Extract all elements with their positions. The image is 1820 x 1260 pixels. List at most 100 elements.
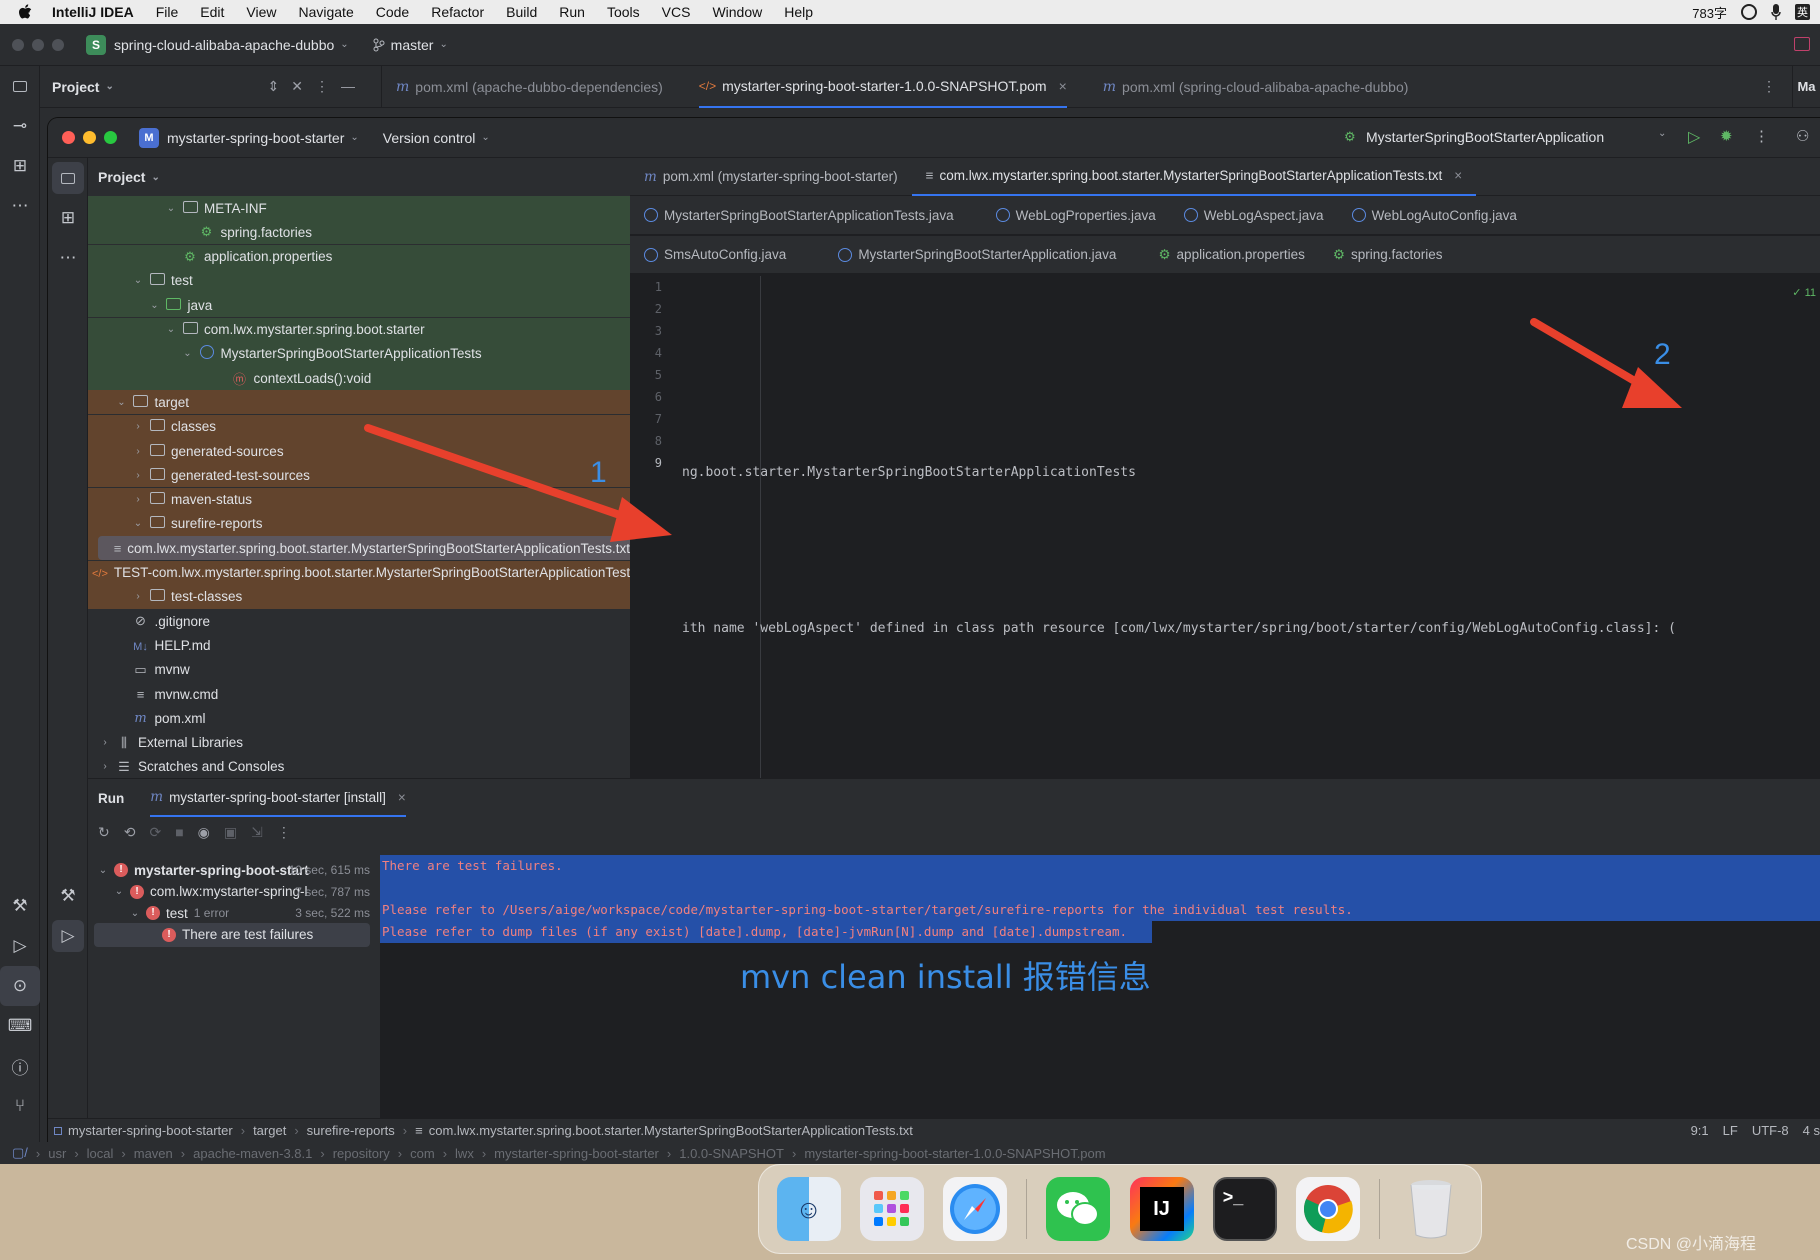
terminal-icon[interactable]: ⌨ xyxy=(0,1006,40,1046)
more-icon[interactable]: ⋯ xyxy=(48,238,88,278)
wechat-icon[interactable] xyxy=(1046,1177,1111,1241)
export-icon[interactable]: ⇲ xyxy=(251,824,263,841)
toggle-icon[interactable]: ⟳ xyxy=(149,824,161,841)
tree-item[interactable]: › classes xyxy=(88,414,630,439)
eye-icon[interactable]: ◉ xyxy=(198,824,210,841)
tree-item[interactable]: › ☰ Scratches and Consoles xyxy=(88,755,630,779)
breadcrumb-item[interactable]: mystarter-spring-boot-starter-1.0.0-SNAP… xyxy=(804,1146,1105,1161)
outer-tab-pom-cloud-alibaba[interactable]: m pom.xml (spring-cloud-alibaba-apache-du… xyxy=(1103,79,1409,95)
breadcrumb-item[interactable]: surefire-reports xyxy=(307,1123,395,1138)
window-minimize-button[interactable] xyxy=(83,131,96,144)
maven-tool-window-label[interactable]: Ma xyxy=(1792,65,1820,108)
menu-file[interactable]: File xyxy=(156,4,179,20)
chevron-down-icon[interactable]: ⌄ xyxy=(131,518,145,529)
inspection-widget[interactable]: ✓ 11 xyxy=(1792,286,1816,299)
chevron-right-icon[interactable]: › xyxy=(131,591,145,602)
tree-item[interactable]: ⚙ spring.factories xyxy=(88,220,630,245)
caret-position[interactable]: 9:1 xyxy=(1691,1123,1709,1138)
structure-icon[interactable]: ⊞ xyxy=(0,146,40,186)
menu-view[interactable]: View xyxy=(246,4,276,20)
tree-item[interactable]: ≡ mvnw.cmd xyxy=(88,682,630,706)
chevron-down-icon[interactable]: ⌄ xyxy=(164,203,178,214)
rerun-failed-icon[interactable]: ⟲ xyxy=(124,824,136,841)
breadcrumb-item[interactable]: com xyxy=(410,1146,435,1161)
git-icon[interactable]: ⑂ xyxy=(0,1086,40,1126)
services-icon[interactable]: ⊙ xyxy=(0,966,40,1006)
tree-item[interactable]: › generated-test-sources xyxy=(88,463,630,488)
close-icon[interactable]: × xyxy=(1454,168,1462,183)
run-tree-item[interactable]: ⌄! com.lwx:mystarter-spring-l 7 sec, 787 m… xyxy=(88,880,374,904)
tab-tests-java[interactable]: MystarterSpringBootStarterApplicationTes… xyxy=(630,196,968,234)
tree-item[interactable]: › test-classes xyxy=(88,584,630,609)
word-count-status[interactable]: 783字 xyxy=(1692,3,1727,22)
breadcrumb-item[interactable]: apache-maven-3.8.1 xyxy=(193,1146,312,1161)
build-icon[interactable]: ⚒ xyxy=(0,886,40,926)
rerun-icon[interactable]: ↻ xyxy=(98,824,110,841)
structure-icon[interactable]: ⊞ xyxy=(48,198,88,238)
chevron-down-icon[interactable]: ⌄ xyxy=(164,324,178,335)
tree-item[interactable]: ⌄ com.lwx.mystarter.spring.boot.starter xyxy=(88,317,630,342)
run-configuration-selector[interactable]: MystarterSpringBootStarterApplication xyxy=(1366,129,1604,145)
menu-vcs[interactable]: VCS xyxy=(662,4,691,20)
code-text[interactable]: ng.boot.starter.MystarterSpringBootStart… xyxy=(682,276,1676,774)
run-tab-install[interactable]: m mystarter-spring-boot-starter [install]… xyxy=(150,779,406,817)
outer-panel-title[interactable]: Project xyxy=(52,79,99,95)
tab-weblogproperties[interactable]: WebLogProperties.java xyxy=(982,196,1170,234)
menu-edit[interactable]: Edit xyxy=(200,4,224,20)
folder-icon[interactable] xyxy=(0,66,40,106)
project-folder-icon[interactable] xyxy=(52,162,84,194)
window-zoom-button[interactable] xyxy=(104,131,117,144)
project-panel-title[interactable]: Project xyxy=(98,169,145,185)
tree-item[interactable]: ⌄ test xyxy=(88,268,630,293)
add-user-icon[interactable]: ⚇ xyxy=(1796,127,1809,145)
chevron-down-icon[interactable]: ⌄ xyxy=(181,348,195,359)
input-method-icon[interactable]: 英 xyxy=(1795,4,1810,20)
chevron-right-icon[interactable]: › xyxy=(131,470,145,481)
tree-item[interactable]: ⌄ META-INF xyxy=(88,196,630,220)
breadcrumb-item[interactable]: usr xyxy=(48,1146,66,1161)
commit-icon[interactable]: ⊸ xyxy=(0,106,40,146)
menu-code[interactable]: Code xyxy=(376,4,409,20)
breadcrumb-item[interactable]: target xyxy=(253,1123,286,1138)
line-separator[interactable]: LF xyxy=(1723,1123,1738,1138)
tree-item[interactable]: m pom.xml xyxy=(88,706,630,730)
chevron-down-icon[interactable]: ⌄ xyxy=(148,300,162,311)
terminal-app-icon[interactable]: >_ xyxy=(1212,1177,1277,1241)
tab-spring-factories[interactable]: ⚙ spring.factories xyxy=(1319,236,1457,274)
tree-item[interactable]: › maven-status xyxy=(88,487,630,512)
tree-item[interactable]: ⌄ MystarterSpringBootStarterApplicationTe… xyxy=(88,341,630,366)
chevron-right-icon[interactable]: › xyxy=(98,737,112,748)
tab-smsautoconfig[interactable]: SmsAutoConfig.java xyxy=(630,236,800,274)
chevron-down-icon[interactable]: ⌄ xyxy=(131,275,145,286)
breadcrumb-item[interactable]: repository xyxy=(333,1146,390,1161)
tree-item[interactable]: ⌄ surefire-reports xyxy=(88,511,630,536)
safari-icon[interactable] xyxy=(942,1177,1007,1241)
menu-help[interactable]: Help xyxy=(784,4,813,20)
branch-selector[interactable]: master xyxy=(391,37,434,53)
tree-item[interactable]: ⓜ contextLoads():void xyxy=(88,366,630,391)
breadcrumb-item[interactable]: mystarter-spring-boot-starter xyxy=(68,1123,233,1138)
window-zoom-button[interactable] xyxy=(52,38,64,51)
menu-run[interactable]: Run xyxy=(559,4,585,20)
menu-navigate[interactable]: Navigate xyxy=(298,4,353,20)
menu-tools[interactable]: Tools xyxy=(607,4,640,20)
chevron-right-icon[interactable]: › xyxy=(131,446,145,457)
breadcrumb-item[interactable]: maven xyxy=(134,1146,173,1161)
tree-item[interactable]: › generated-sources xyxy=(88,439,630,463)
breadcrumb-item[interactable]: 1.0.0-SNAPSHOT xyxy=(679,1146,784,1161)
outer-tab-pom-dubbo-deps[interactable]: m pom.xml (apache-dubbo-dependencies) xyxy=(396,79,663,95)
close-icon[interactable]: × xyxy=(1059,78,1067,94)
window-minimize-button[interactable] xyxy=(32,38,44,51)
project-selector[interactable]: spring-cloud-alibaba-apache-dubbo xyxy=(114,37,334,53)
menu-refactor[interactable]: Refactor xyxy=(431,4,484,20)
indent-setting[interactable]: 4 s xyxy=(1803,1123,1820,1138)
tree-item[interactable]: </> TEST-com.lwx.mystarter.spring.boot.st… xyxy=(88,560,662,585)
menu-build[interactable]: Build xyxy=(506,4,537,20)
tab-pom-mystarter[interactable]: m pom.xml (mystarter-spring-boot-starter) xyxy=(630,158,912,196)
chrome-icon[interactable] xyxy=(1295,1177,1360,1241)
debug-icon[interactable]: ✹ xyxy=(1720,127,1733,145)
breadcrumb-item[interactable]: local xyxy=(87,1146,114,1161)
trash-icon[interactable] xyxy=(1399,1177,1463,1241)
run-tree-item[interactable]: ⌄! mystarter-spring-boot-start 10 sec, 615… xyxy=(88,858,374,882)
panel-actions-icon[interactable]: ⇕✕⋮— xyxy=(268,78,367,95)
